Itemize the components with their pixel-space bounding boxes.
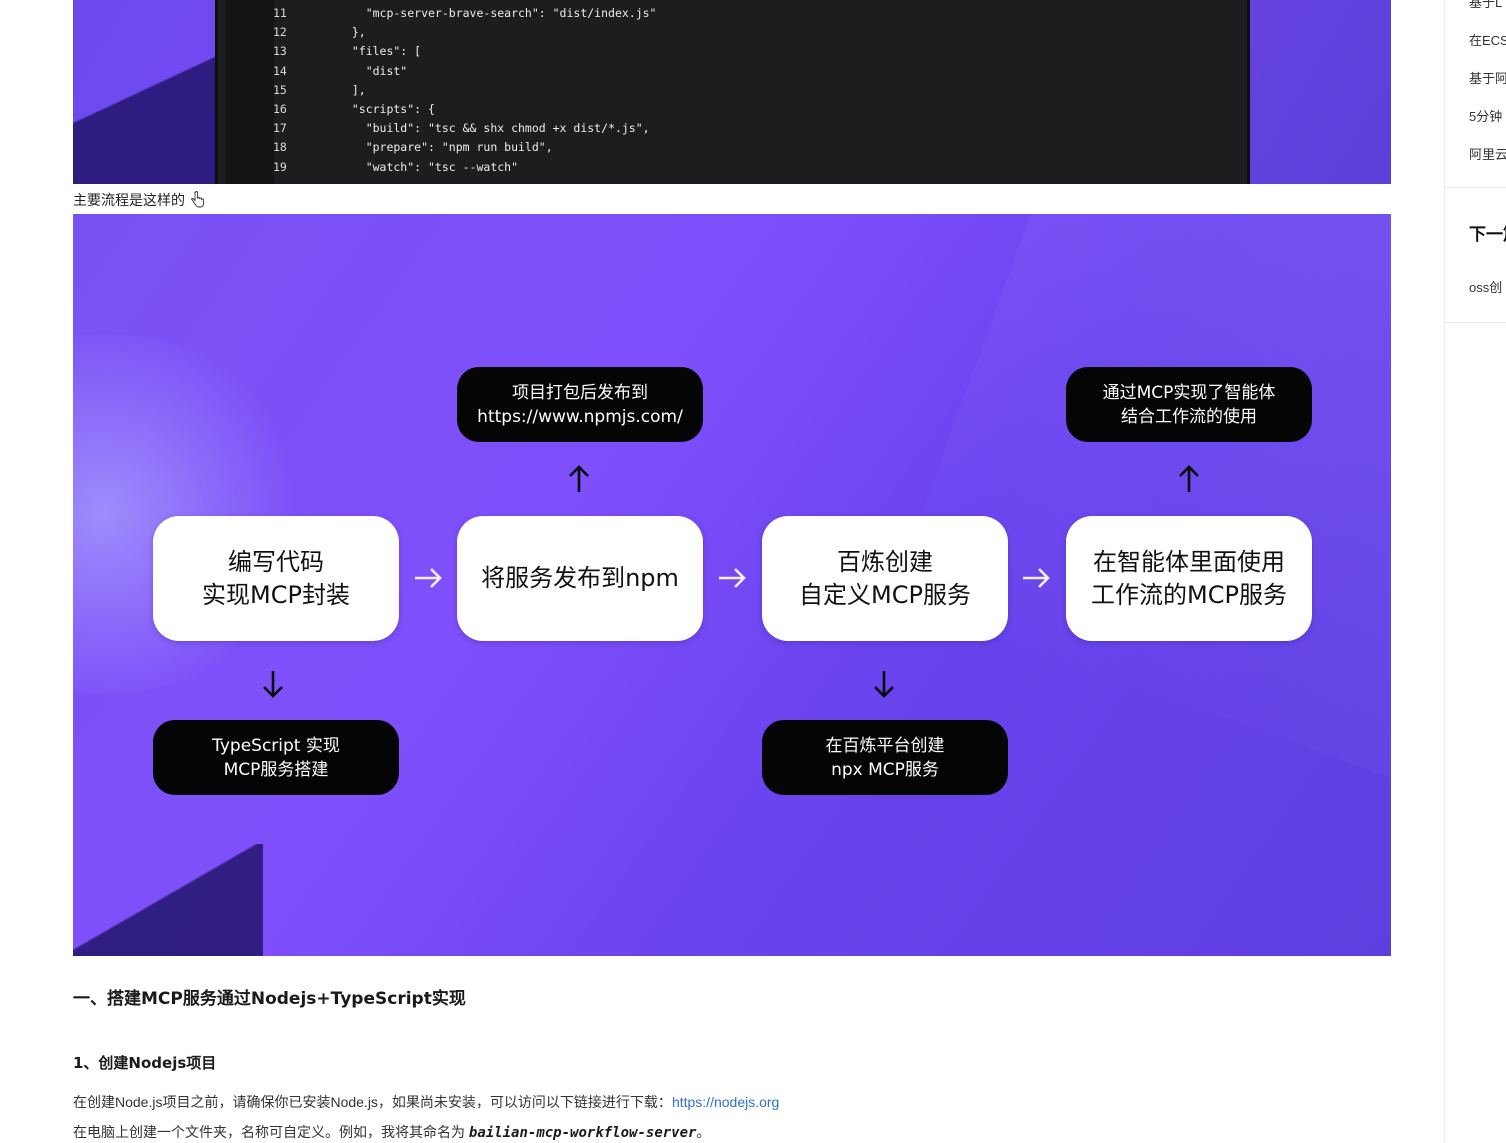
- line-text: "dist": [338, 63, 408, 78]
- paragraph: 在创建Node.js项目之前，请确保你已安装Node.js，如果尚未安装，可以访…: [73, 1092, 779, 1112]
- sidebar-article-link[interactable]: 5分钟: [1469, 106, 1502, 125]
- note-publish: 项目打包后发布到 https://www.npmjs.com/: [457, 367, 703, 442]
- note-publish-text: 项目打包后发布到 https://www.npmjs.com/: [477, 382, 683, 427]
- code-line: 12 },: [218, 23, 1247, 42]
- sidebar-article-link[interactable]: 阿里云: [1469, 144, 1506, 163]
- note-bailian-text: 在百炼平台创建 npx MCP服务: [825, 735, 945, 780]
- line-text: },: [338, 25, 366, 40]
- arrow-down-icon: [874, 671, 894, 698]
- code-line: 18 "prepare": "npm run build",: [218, 138, 1247, 157]
- hand-pointer-icon: [191, 191, 204, 208]
- code-line: 13 "files": [: [218, 42, 1247, 61]
- arrow-right-icon: [719, 568, 746, 588]
- paragraph-text: 在电脑上创建一个文件夹，名称可自定义。例如，我将其命名为: [73, 1124, 469, 1140]
- line-number: 17: [273, 121, 287, 136]
- paragraph-text: 在创建Node.js项目之前，请确保你已安装Node.js，如果尚未安装，可以访…: [73, 1094, 672, 1110]
- section-heading: 一、搭建MCP服务通过Nodejs+TypeScript实现: [73, 989, 466, 1009]
- line-text: "scripts": {: [338, 101, 435, 116]
- step-bailian-create: 百炼创建 自定义MCP服务: [762, 516, 1008, 641]
- step-write-code: 编写代码 实现MCP封装: [153, 516, 399, 641]
- step-label: 在智能体里面使用 工作流的MCP服务: [1091, 547, 1287, 609]
- flow-diagram: 项目打包后发布到 https://www.npmjs.com/ 通过MCP实现了…: [73, 214, 1391, 956]
- next-article-title: 下一篇: [1469, 225, 1506, 245]
- arrow-up-icon: [569, 465, 589, 492]
- folder-name: bailian-mcp-workflow-server: [468, 1125, 697, 1141]
- paragraph-end: 。: [696, 1124, 711, 1140]
- right-sidebar: 基于L 在ECS 基于阿 5分钟 阿里云 下一篇 oss创: [1444, 0, 1506, 1143]
- caption-text: 主要流程是这样的: [73, 192, 185, 208]
- arrow-right-icon: [415, 568, 442, 588]
- sidebar-article-link[interactable]: 基于阿: [1469, 68, 1506, 87]
- line-number: 14: [273, 63, 287, 78]
- step-label: 百炼创建 自定义MCP服务: [799, 547, 971, 609]
- code-line: 19 "watch": "tsc --watch": [218, 158, 1247, 177]
- line-text: ],: [338, 82, 366, 97]
- background-shape: [73, 30, 223, 184]
- line-number: 13: [273, 44, 287, 59]
- step-label: 将服务发布到npm: [481, 564, 679, 592]
- arrow-right-icon: [1023, 568, 1050, 588]
- note-typescript-text: TypeScript 实现 MCP服务搭建: [212, 735, 340, 780]
- line-number: 18: [273, 140, 287, 155]
- line-number: 11: [273, 6, 287, 20]
- line-text: "watch": "tsc --watch": [338, 159, 519, 174]
- code-line: 15 ],: [218, 81, 1247, 100]
- line-number: 16: [273, 101, 287, 116]
- paragraph: 在电脑上创建一个文件夹，名称可自定义。例如，我将其命名为 bailian-mcp…: [73, 1122, 710, 1142]
- next-article-link[interactable]: oss创: [1469, 277, 1502, 296]
- code-window: 11 "mcp-server-brave-search": "dist/inde…: [215, 0, 1250, 184]
- step-use-in-agent: 在智能体里面使用 工作流的MCP服务: [1066, 516, 1312, 641]
- step-label: 编写代码 实现MCP封装: [202, 547, 350, 609]
- line-text: "mcp-server-brave-search": "dist/index.j…: [338, 6, 657, 20]
- sub-heading: 1、创建Nodejs项目: [73, 1054, 217, 1072]
- note-result-text: 通过MCP实现了智能体 结合工作流的使用: [1102, 382, 1276, 427]
- arrow-up-icon: [1179, 465, 1199, 492]
- step-publish-npm: 将服务发布到npm: [457, 516, 703, 641]
- line-text: "build": "tsc && shx chmod +x dist/*.js"…: [338, 121, 650, 136]
- code-line: 16 "scripts": {: [218, 100, 1247, 119]
- note-result: 通过MCP实现了智能体 结合工作流的使用: [1066, 367, 1312, 442]
- background-shape: [73, 844, 263, 956]
- divider: [1445, 187, 1506, 188]
- nodejs-link[interactable]: https://nodejs.org: [672, 1094, 779, 1110]
- line-number: 12: [273, 25, 287, 40]
- caption-row: 主要流程是这样的: [73, 190, 205, 210]
- line-text: "prepare": "npm run build",: [338, 140, 553, 155]
- sidebar-article-link[interactable]: 在ECS: [1469, 30, 1506, 49]
- code-lines: 11 "mcp-server-brave-search": "dist/inde…: [218, 4, 1247, 177]
- line-number: 15: [273, 82, 287, 97]
- note-bailian: 在百炼平台创建 npx MCP服务: [762, 720, 1008, 795]
- arrow-down-icon: [263, 671, 283, 698]
- code-line: 11 "mcp-server-brave-search": "dist/inde…: [218, 4, 1247, 23]
- line-text: "files": [: [338, 44, 422, 59]
- divider: [1445, 322, 1506, 323]
- code-line: 14 "dist": [218, 62, 1247, 81]
- note-typescript: TypeScript 实现 MCP服务搭建: [153, 720, 399, 795]
- code-line: 17 "build": "tsc && shx chmod +x dist/*.…: [218, 119, 1247, 138]
- sidebar-article-link[interactable]: 基于L: [1469, 0, 1502, 11]
- code-screenshot: 11 "mcp-server-brave-search": "dist/inde…: [73, 0, 1391, 184]
- line-number: 19: [273, 159, 287, 174]
